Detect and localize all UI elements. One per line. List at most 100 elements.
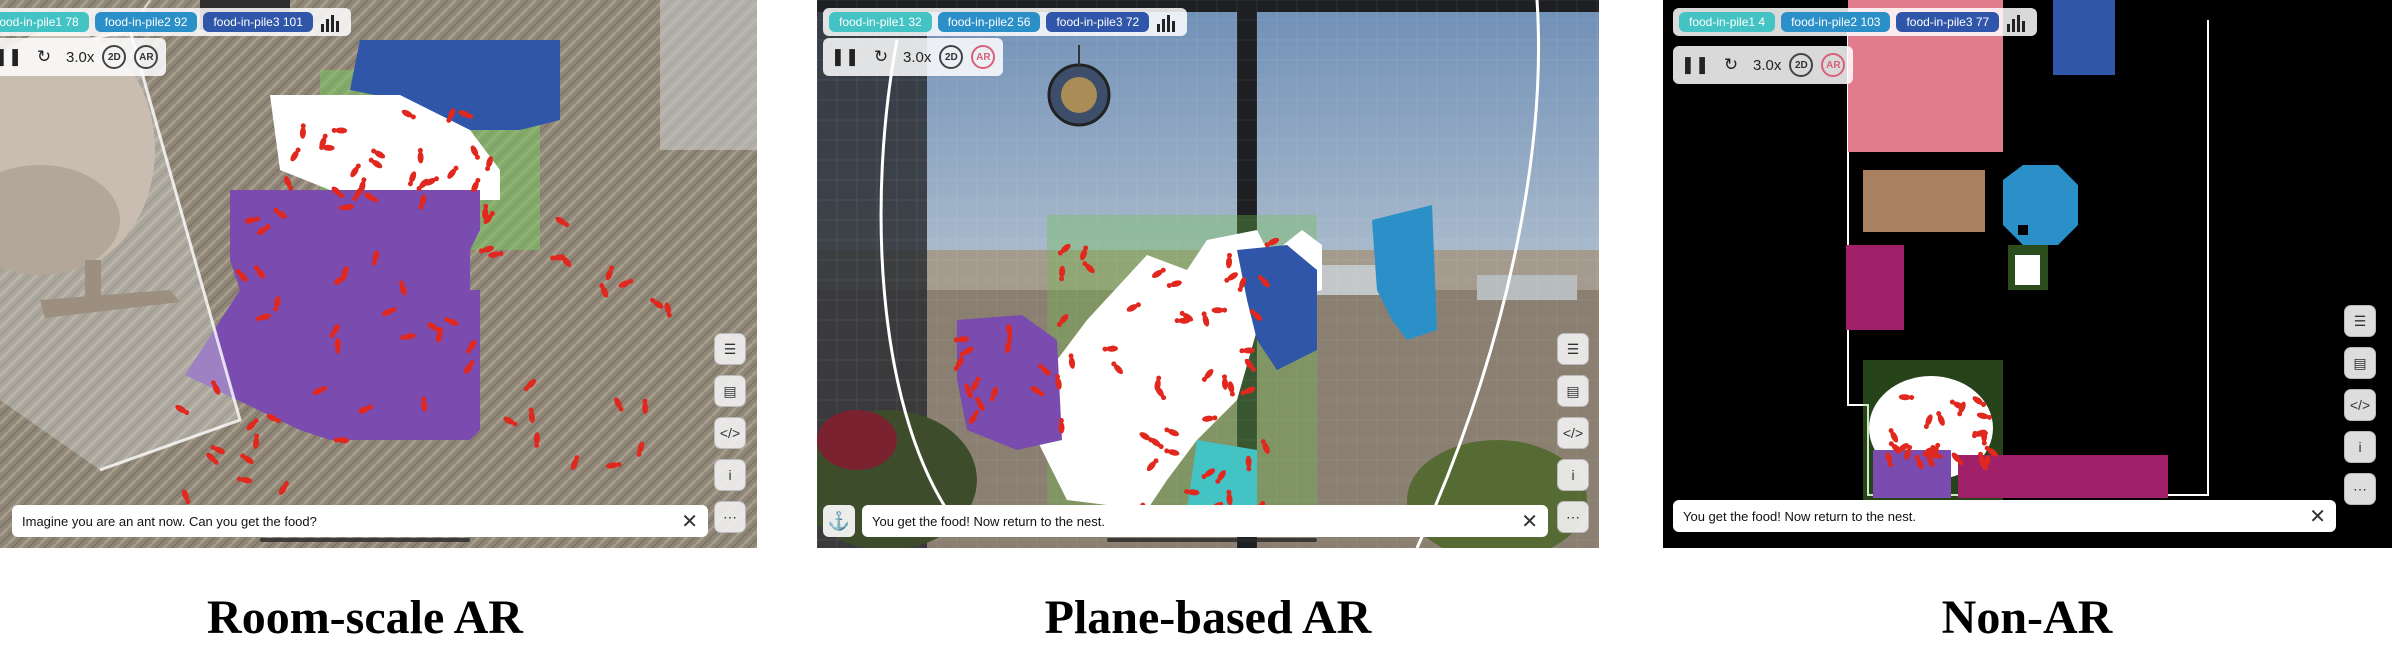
bar-chart-icon[interactable] [1155,12,1181,32]
ant [1226,489,1233,506]
ant [1257,274,1270,288]
caption-room-scale-ar: Room-scale AR [207,591,523,644]
ant [1150,438,1164,450]
pause-icon[interactable]: ❚❚ [831,43,860,71]
ant [1951,452,1964,466]
ant [1164,448,1180,456]
ants-layer [953,237,1280,516]
ant [352,187,363,201]
toggle-2d-button[interactable]: 2D [939,45,964,69]
home-indicator [260,538,470,542]
ant [605,265,615,281]
layers-icon[interactable]: ▤ [1557,375,1589,407]
food-pile1-counter: food-in-pile1 78 [0,12,89,32]
close-icon[interactable]: ✕ [681,509,698,534]
code-icon[interactable]: </> [714,417,746,449]
ant [1923,414,1933,430]
reset-icon[interactable]: ↻ [1717,51,1745,79]
ant [1239,347,1255,354]
ant [210,444,225,455]
ant [236,476,253,484]
food-pile2-counter: food-in-pile2 92 [94,12,198,32]
sliders-icon[interactable]: ☰ [714,333,746,365]
food-counter-bar: food-in-pile1 32 food-in-pile2 56 food-i… [823,8,1188,36]
reset-icon[interactable]: ↻ [867,43,895,71]
ant [334,338,341,354]
ant [1146,458,1159,472]
more-icon[interactable]: ⋯ [2344,473,2376,505]
ant [421,396,428,412]
layers-icon[interactable]: ▤ [714,375,746,407]
ant [382,306,397,317]
ant [1201,369,1214,382]
message-bar: You get the food! Now return to the nest… [862,505,1548,537]
ant [401,109,416,120]
ant [1006,323,1013,340]
ant [1215,470,1226,484]
ant [446,108,456,123]
ant [1888,428,1899,443]
more-icon[interactable]: ⋯ [714,501,746,533]
speed-label[interactable]: 3.0x [1753,57,1781,74]
ant [358,404,373,414]
ant [636,441,645,457]
pause-icon[interactable]: ❚❚ [1681,51,1710,79]
ant [650,297,664,309]
ant [418,194,427,210]
ant [278,481,290,495]
ant [1984,445,1998,457]
layers-icon[interactable]: ▤ [2344,347,2376,379]
ant [1249,309,1263,321]
ant [1126,302,1141,312]
ant [273,207,287,219]
code-icon[interactable]: </> [1557,417,1589,449]
info-icon[interactable]: i [1557,459,1589,491]
bar-chart-icon[interactable] [2005,12,2031,32]
speed-label[interactable]: 3.0x [903,49,931,66]
code-icon[interactable]: </> [2344,389,2376,421]
toggle-2d-button[interactable]: 2D [102,45,127,69]
food-pile1-counter: food-in-pile1 32 [829,12,932,32]
ant [1055,374,1062,390]
ant [443,316,459,326]
ant [283,176,294,191]
ant [975,396,985,411]
ant [968,410,980,424]
food-counter-bar: food-in-pile1 4 food-in-pile2 103 food-i… [1673,8,2038,36]
ant [989,386,999,402]
ant [1059,265,1066,282]
ant [470,145,480,160]
ant [240,453,254,465]
info-icon[interactable]: i [714,459,746,491]
ant [528,407,535,423]
ant [466,339,477,354]
ant [206,452,219,465]
close-icon[interactable]: ✕ [2309,504,2326,529]
toggle-2d-button[interactable]: 2D [1789,53,1814,77]
more-icon[interactable]: ⋯ [1557,501,1589,533]
ant [614,397,624,412]
info-icon[interactable]: i [2344,431,2376,463]
non-ar-panel: food-in-pile1 4 food-in-pile2 103 food-i… [1663,0,2392,548]
reset-icon[interactable]: ↻ [30,43,58,71]
ant [458,110,474,119]
ant [371,250,380,266]
ant [1885,452,1894,468]
food-pile2-counter: food-in-pile2 103 [1781,12,1891,32]
speed-label[interactable]: 3.0x [66,49,94,66]
ant [1102,345,1118,352]
bar-chart-icon[interactable] [319,12,345,32]
ant [1245,455,1252,472]
ant [606,461,622,469]
toggle-ar-button[interactable]: AR [134,45,159,69]
ant [1264,237,1280,248]
toggle-ar-button[interactable]: AR [1821,53,1846,77]
pause-icon[interactable]: ❚❚ [0,43,22,71]
anchor-icon[interactable]: ⚓ [823,505,855,537]
sliders-icon[interactable]: ☰ [1557,333,1589,365]
ant [350,163,361,178]
close-icon[interactable]: ✕ [1521,509,1538,534]
ant [333,437,350,444]
sliders-icon[interactable]: ☰ [2344,305,2376,337]
toggle-ar-button[interactable]: AR [971,45,996,69]
